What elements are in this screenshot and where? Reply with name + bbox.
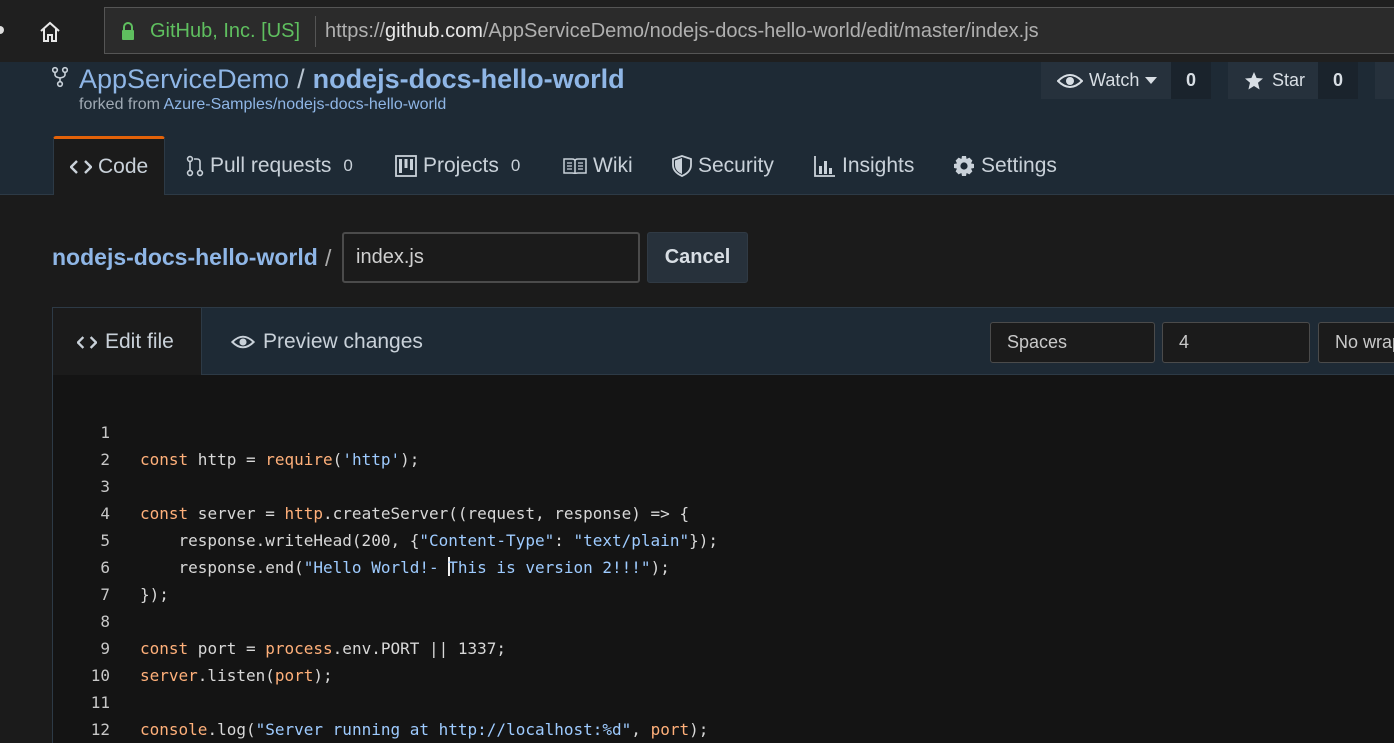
tab-pull-requests-label: Pull requests (210, 153, 332, 177)
tab-projects-label: Projects (423, 153, 499, 177)
forked-from: forked from Azure-Samples/nodejs-docs-he… (79, 96, 446, 114)
eye-icon (231, 335, 255, 348)
forked-source-link[interactable]: Azure-Samples/nodejs-docs-hello-world (163, 96, 446, 113)
certificate-label[interactable]: GitHub, Inc. [US] (150, 20, 300, 43)
filename-input[interactable] (342, 232, 640, 283)
tab-edit-file[interactable]: Edit file (53, 308, 202, 376)
tab-settings[interactable]: Settings (953, 136, 1057, 195)
tab-pull-requests[interactable]: Pull requests 0 (186, 136, 353, 195)
line-number: 12 (90, 720, 110, 739)
edit-file-label: Edit file (105, 330, 174, 353)
breadcrumb-separator: / (325, 245, 332, 271)
code-line: 1 const http = require('http'); (53, 392, 1394, 469)
code-line: 3 const server = http.createServer((requ… (53, 446, 1394, 523)
code-line: 5 response.end("Hello World!- This is ve… (53, 500, 1394, 577)
watch-label: Watch (1089, 70, 1140, 90)
tab-insights-label: Insights (842, 153, 915, 177)
fork-icon (52, 66, 68, 88)
watch-count[interactable]: 0 (1171, 62, 1211, 99)
repo-title: AppServiceDemo / nodejs-docs-hello-world (79, 64, 625, 95)
code-line: 11 console.log("Server running at http:/… (53, 662, 1394, 739)
repo-owner-link[interactable]: AppServiceDemo (79, 64, 289, 94)
project-icon (395, 154, 417, 177)
tab-wiki[interactable]: Wiki (563, 136, 633, 195)
shield-icon (672, 154, 692, 177)
url-prefix: https:// (325, 20, 386, 42)
gear-icon (954, 155, 974, 176)
code-icon (77, 335, 97, 349)
code-line: 12 (53, 689, 1394, 739)
tab-security[interactable]: Security (672, 136, 774, 195)
wrap-mode-select[interactable]: No wrap (1318, 322, 1394, 363)
code-line: 10 (53, 635, 1394, 685)
pull-requests-count: 0 (343, 155, 353, 175)
tab-code[interactable]: Code (53, 136, 165, 195)
code-line: 6 }); (53, 527, 1394, 604)
tab-settings-label: Settings (981, 153, 1057, 177)
forked-prefix: forked from (79, 96, 164, 113)
home-button[interactable] (30, 16, 70, 48)
repo-header: AppServiceDemo / nodejs-docs-hello-world f… (0, 62, 1394, 195)
code-line: 2 (53, 419, 1394, 469)
editor-toolbar: Edit file Preview changes Spaces 4 No wr… (52, 307, 1394, 376)
star-button[interactable]: Star (1228, 62, 1318, 99)
star-icon (1245, 71, 1263, 89)
tab-preview-changes[interactable]: Preview changes (231, 308, 423, 375)
tab-projects[interactable]: Projects 0 (395, 136, 520, 195)
pull-request-icon (186, 155, 204, 176)
star-count[interactable]: 0 (1318, 62, 1358, 99)
tab-wiki-label: Wiki (593, 153, 633, 177)
projects-count: 0 (510, 155, 521, 175)
code-line: 8 const port = process.env.PORT || 1337; (53, 581, 1394, 658)
indent-size-select[interactable]: 4 (1162, 322, 1310, 363)
book-icon (563, 157, 587, 174)
url-text[interactable]: https://github.com/AppServiceDemo/nodejs… (325, 20, 1039, 43)
url-path: /AppServiceDemo/nodejs-docs-hello-world/… (482, 20, 1039, 42)
code-editor[interactable]: 1 const http = require('http'); 2 3 cons… (52, 375, 1394, 743)
cancel-button[interactable]: Cancel (647, 232, 748, 283)
eye-icon (1057, 73, 1083, 88)
lock-icon (122, 22, 134, 40)
fork-button-partial[interactable] (1375, 62, 1394, 99)
repo-name-link[interactable]: nodejs-docs-hello-world (313, 64, 625, 94)
watch-button[interactable]: Watch (1041, 62, 1171, 99)
line-source: console.log("Server running at http://lo… (140, 720, 709, 739)
star-label: Star (1272, 70, 1306, 90)
code-line: 9 server.listen(port); (53, 608, 1394, 685)
code-icon (70, 160, 92, 174)
browser-toolbar: GitHub, Inc. [US] https://github.com/App… (0, 0, 1394, 62)
graph-icon (814, 155, 835, 177)
tab-code-label: Code (98, 155, 149, 178)
home-icon (40, 21, 60, 42)
url-host: github.com (385, 20, 483, 42)
code-line: 4 response.writeHead(200, {"Content-Type… (53, 473, 1394, 550)
indent-mode-select[interactable]: Spaces (990, 322, 1155, 363)
chevron-down-icon (1145, 76, 1158, 84)
address-bar[interactable]: GitHub, Inc. [US] https://github.com/App… (104, 7, 1394, 54)
url-divider (315, 16, 316, 47)
code-line: 7 (53, 554, 1394, 604)
tab-insights[interactable]: Insights (814, 136, 914, 195)
tab-security-label: Security (698, 153, 774, 177)
breadcrumb-repo-link[interactable]: nodejs-docs-hello-world (52, 244, 318, 271)
window-dot (0, 26, 4, 34)
repo-title-separator: / (297, 64, 305, 94)
preview-changes-label: Preview changes (263, 329, 423, 353)
